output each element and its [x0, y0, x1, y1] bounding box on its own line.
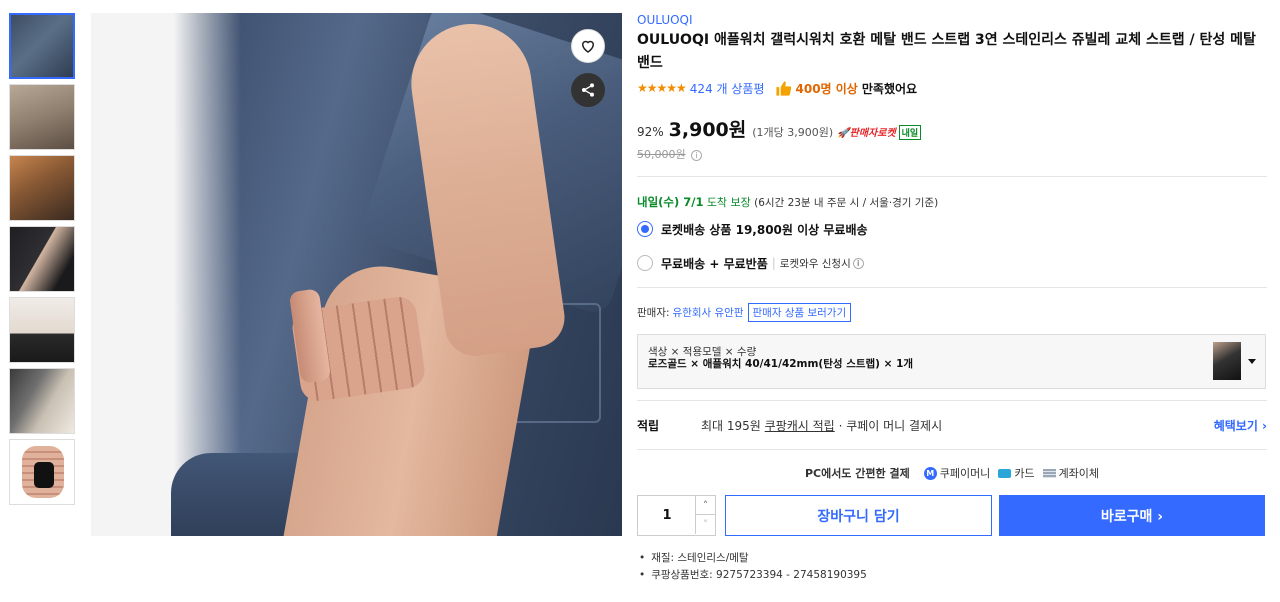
seller-products-link[interactable]: 판매자 상품 보러가기 [747, 303, 852, 322]
info-icon[interactable]: i [852, 257, 864, 269]
thumbs-up-icon [775, 80, 791, 96]
arrival-date: 내일(수) 7/1 [637, 195, 704, 209]
discount-rate: 92% [637, 125, 664, 139]
shipping-option-label: 로켓배송 상품 19,800원 이상 무료배송 [661, 222, 868, 237]
divider [637, 449, 1267, 450]
coupang-cash-link[interactable]: 쿠팡캐시 적립 [765, 419, 835, 433]
share-button[interactable] [571, 73, 605, 107]
thumbnail-7[interactable] [9, 439, 75, 505]
arrival-guarantee: 도착 보장 [706, 196, 751, 209]
chevron-down-icon [1248, 359, 1256, 364]
divider [637, 287, 1267, 288]
original-price-row: 50,000원 i [637, 146, 1267, 162]
purchase-row: 1 ˄ ˅ 장바구니 담기 바로구매 › [637, 495, 1267, 536]
reward-text: 최대 195원 쿠팡캐시 적립 · 쿠페이 머니 결제시 [701, 417, 942, 434]
radio-unselected[interactable] [637, 255, 653, 271]
buy-now-button[interactable]: 바로구매 › [999, 495, 1265, 536]
arrival-condition: (6시간 23분 내 주문 시 / 서울·경기 기준) [754, 197, 939, 209]
shipping-option-rocket[interactable]: 로켓배송 상품 19,800원 이상 무료배송 [637, 219, 1267, 239]
add-to-cart-button[interactable]: 장바구니 담기 [725, 495, 992, 536]
option-header: 색상 × 적용모델 × 수량 [648, 346, 757, 358]
seller-label: 판매자: [637, 307, 670, 319]
heart-icon [581, 40, 595, 53]
tomorrow-badge: 내일 [898, 125, 922, 140]
attribute-item: 쿠팡상품번호: 9275723394 - 27458190395 [637, 567, 1267, 584]
seller-rocket-badge: 🚀판매자로켓 [837, 128, 896, 139]
attribute-item: 재질: 스테인리스/메탈 [637, 550, 1267, 567]
satisfied-text: 만족했어요 [861, 81, 918, 96]
shipping-option-label: 무료배송 + 무료반품 [661, 256, 768, 271]
price-row: 92% 3,900원 (1개당 3,900원) 🚀판매자로켓 내일 [637, 115, 1267, 142]
bank-icon [1042, 468, 1056, 478]
rating-row: ★★★★★ 424 개 상품평 400명 이상 만족했어요 [637, 78, 1267, 98]
reward-condition: · 쿠페이 머니 결제시 [838, 418, 943, 433]
product-title: OULUOQI 애플워치 갤럭시워치 호환 메탈 밴드 스트랩 3연 스테인리스… [637, 32, 1256, 71]
unit-price: (1개당 3,900원) [752, 126, 834, 139]
thumbnail-4[interactable] [9, 226, 75, 292]
product-info: OULUOQI OULUOQI 애플워치 갤럭시워치 호환 메탈 밴드 스트랩 … [637, 13, 1267, 584]
option-thumbnail [1213, 342, 1241, 380]
reward-label: 적립 [637, 418, 660, 433]
quantity-down-button[interactable]: ˅ [695, 515, 715, 534]
card-label: 카드 [1014, 467, 1035, 480]
chevron-up-icon: ˄ [702, 498, 709, 512]
seller-name-link[interactable]: 유한회사 유안판 [673, 305, 744, 320]
review-count-link[interactable]: 424 개 상품평 [690, 80, 765, 97]
rating-stars: ★★★★★ [637, 81, 687, 95]
delivery-estimate: 내일(수) 7/1 도착 보장 (6시간 23분 내 주문 시 / 서울·경기 … [637, 194, 1267, 210]
pc-payment-methods: PC에서도 간편한 결제 M 쿠페이머니 카드 계좌이체 [637, 465, 1267, 481]
product-attributes: 재질: 스테인리스/메탈 쿠팡상품번호: 9275723394 - 274581… [637, 550, 1267, 584]
seller-row: 판매자: 유한회사 유안판 판매자 상품 보러가기 [637, 303, 1267, 322]
bank-label: 계좌이체 [1058, 467, 1100, 480]
shipping-option-free[interactable]: 무료배송 + 무료반품 | 로켓와우 신청시 i [637, 253, 1267, 273]
share-icon [582, 83, 594, 97]
pc-pay-lead: PC에서도 간편한 결제 [804, 467, 910, 480]
quantity-stepper: 1 ˄ ˅ [637, 495, 716, 536]
thumbnail-3[interactable] [9, 155, 75, 221]
thumbnail-list [9, 13, 76, 510]
main-product-image [91, 13, 622, 536]
chevron-down-icon: ˅ [702, 518, 709, 531]
divider [637, 176, 1267, 177]
wishlist-button[interactable] [571, 29, 605, 63]
satisfied-count: 400명 이상 [795, 81, 858, 96]
shipping-option-sub: 로켓와우 신청시 [779, 257, 851, 270]
quantity-input[interactable]: 1 [638, 496, 696, 535]
quantity-up-button[interactable]: ˄ [695, 496, 715, 515]
benefits-link[interactable]: 혜택보기 › [1214, 417, 1267, 434]
coupay-icon: M [923, 466, 937, 480]
thumbnail-5[interactable] [9, 297, 75, 363]
reward-row: 적립 최대 195원 쿠팡캐시 적립 · 쿠페이 머니 결제시 혜택보기 › [637, 401, 1267, 449]
original-price: 50,000원 [637, 148, 686, 161]
thumbnail-2[interactable] [9, 84, 75, 150]
thumbnail-6[interactable] [9, 368, 75, 434]
radio-selected[interactable] [637, 221, 653, 237]
info-icon[interactable]: i [691, 150, 703, 161]
thumbnail-1[interactable] [9, 13, 75, 79]
card-icon [998, 468, 1012, 478]
sale-price: 3,900원 [668, 119, 747, 141]
option-value: 로즈골드 × 애플워치 40/41/42mm(탄성 스트랩) × 1개 [648, 358, 914, 370]
reward-amount: 최대 195원 [701, 418, 761, 433]
brand-link[interactable]: OULUOQI [637, 13, 1267, 29]
coupay-label: 쿠페이머니 [939, 467, 991, 480]
option-selector[interactable]: 색상 × 적용모델 × 수량 로즈골드 × 애플워치 40/41/42mm(탄성… [637, 334, 1266, 389]
